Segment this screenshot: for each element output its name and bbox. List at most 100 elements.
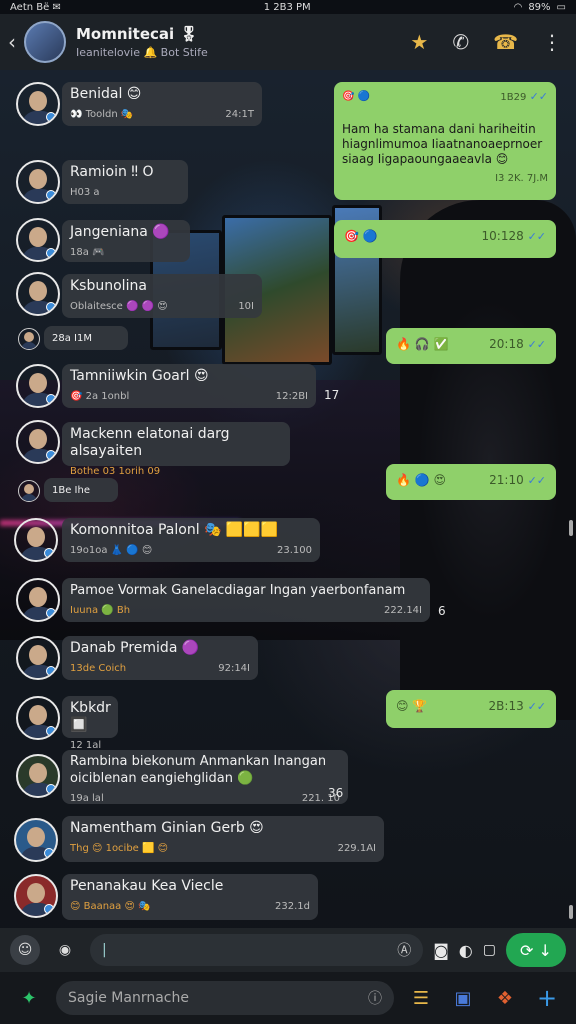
- avatar[interactable]: [16, 82, 60, 126]
- side-mark: 6: [438, 604, 446, 618]
- message-bubble[interactable]: Rambina biekonum Anmankan Inangan oicibl…: [62, 750, 348, 804]
- message-bubble[interactable]: Jangeniana 🟣 18a 🎮: [62, 220, 190, 262]
- scrollbar-thumb[interactable]: [569, 520, 573, 536]
- avatar[interactable]: [16, 754, 60, 798]
- message-bubble[interactable]: Kbkdr 🔲 12 1al: [62, 696, 118, 751]
- message-bubble[interactable]: Danab Premida 🟣 13de Coich 92:14I: [62, 636, 258, 680]
- read-tick-icon: ✓✓: [527, 474, 546, 487]
- outgoing-message-bubble[interactable]: 🎯 🔵 10:128 ✓✓: [334, 220, 556, 258]
- sticker-icon[interactable]: ◐: [459, 941, 473, 960]
- avatar[interactable]: [16, 578, 60, 622]
- message-meta: 19a lal: [70, 793, 104, 804]
- message-bubble[interactable]: 28a I1M: [44, 326, 128, 350]
- avatar[interactable]: [16, 696, 60, 740]
- phone-icon[interactable]: ✆: [452, 30, 469, 54]
- message-time: 2B:13: [488, 699, 524, 713]
- sender-name: Jangeniana 🟣: [70, 224, 170, 240]
- message-meta: 18a 🎮: [70, 247, 105, 258]
- at-icon[interactable]: Ⓐ: [397, 940, 411, 960]
- message-meta: 19o1oa 👗 🔵 😊: [70, 545, 153, 556]
- outgoing-message-bubble[interactable]: 🔥 🔵 😍 21:10 ✓✓: [386, 464, 556, 500]
- message-meta: Thg 😊 1ocibe 🟨 😊: [70, 843, 169, 854]
- message-bubble[interactable]: Tamniiwkin Goarl 😍 🎯 2a 1onbl 12:2BI: [62, 364, 316, 408]
- send-button[interactable]: ⟳ ↓: [506, 933, 566, 967]
- sticker-pack-icon[interactable]: ❖: [490, 983, 520, 1013]
- message-time: 10:128: [481, 229, 524, 243]
- avatar[interactable]: [18, 480, 40, 502]
- chat-title: Momnitecai 🎖: [76, 25, 199, 43]
- group-avatar[interactable]: [24, 21, 66, 63]
- message-meta: 13de Coich: [70, 663, 127, 674]
- avatar[interactable]: [14, 818, 58, 862]
- status-time: 1 2B3 PM: [263, 1, 311, 13]
- message-input[interactable]: | Ⓐ: [90, 934, 424, 966]
- read-tick-icon: ✓✓: [529, 90, 548, 103]
- message-bubble[interactable]: Mackenn elatonai darg alsayaiten Bothe 0…: [62, 422, 290, 477]
- status-bar: Aetn Bë ✉ 1 2B3 PM ◠ 89% ▭: [0, 0, 576, 14]
- call-icon[interactable]: ☎: [493, 30, 518, 54]
- star-icon[interactable]: ★: [410, 30, 428, 54]
- scrollbar-thumb[interactable]: [569, 905, 573, 919]
- header-text[interactable]: Momnitecai 🎖 Ieanitelovie 🔔 Bot Stife: [76, 25, 410, 59]
- message-time: 12:2BI: [275, 391, 308, 402]
- message-time: 10I: [238, 301, 254, 312]
- message-input-bar: ☺ ◉ | Ⓐ ◙ ◐ ▢ ⟳ ↓: [0, 928, 576, 972]
- message-time: 232.1d: [275, 901, 310, 912]
- avatar[interactable]: [16, 636, 60, 680]
- avatar[interactable]: [16, 364, 60, 408]
- emoji-icon[interactable]: ◙: [433, 941, 449, 960]
- avatar[interactable]: [14, 518, 58, 562]
- avatar[interactable]: [16, 420, 60, 464]
- sender-name: Ramioin ‼ O: [70, 164, 154, 180]
- message-bubble[interactable]: Namentham Ginian Gerb 😍 Thg 😊 1ocibe 🟨 😊…: [62, 816, 384, 862]
- sender-name: Danab Premida 🟣: [70, 640, 200, 656]
- chat-subtitle: Ieanitelovie 🔔 Bot Stife: [76, 46, 208, 59]
- avatar[interactable]: [16, 160, 60, 204]
- avatar[interactable]: [14, 874, 58, 918]
- avatar[interactable]: [16, 272, 60, 316]
- gallery-icon[interactable]: ▣: [448, 983, 478, 1013]
- back-arrow-icon[interactable]: ‹: [8, 30, 22, 54]
- sender-name: Rambina biekonum Anmankan Inangan: [70, 754, 327, 769]
- sender-name: Mackenn elatonai darg alsayaiten: [70, 426, 230, 459]
- sender-name: Ksbunolina: [70, 278, 147, 294]
- search-input[interactable]: Sagie Manrnache ⓘ: [56, 981, 394, 1015]
- message-time: 21:10: [489, 473, 524, 487]
- side-mark: 36: [328, 786, 344, 800]
- message-emoji: 🔥 🔵 😍: [396, 473, 447, 487]
- message-time: 23.100: [277, 545, 312, 556]
- message-bubble[interactable]: Komonnitoa Palonl 🎭 🟨🟨🟨 19o1oa 👗 🔵 😊 23.1…: [62, 518, 320, 562]
- outgoing-message-bubble[interactable]: 🎯 🔵 1B29 ✓✓ Ham ha stamana dani hariheiti…: [334, 82, 556, 200]
- message-time: 24:1T: [225, 109, 254, 120]
- message-time: 92:14I: [218, 663, 250, 674]
- camera-icon[interactable]: ◉: [50, 935, 80, 965]
- message-bubble[interactable]: Ramioin ‼ O H03 a: [62, 160, 188, 204]
- info-icon[interactable]: ⓘ: [368, 988, 382, 1008]
- avatar[interactable]: [16, 218, 60, 262]
- sparkle-icon[interactable]: ✦: [14, 983, 44, 1013]
- message-bubble[interactable]: Ksbunolina Oblaitesce 🟣 🟣 😍 10I: [62, 274, 262, 318]
- sender-name: Kbkdr 🔲: [70, 700, 111, 733]
- sender-name: Namentham Ginian Gerb 😍: [70, 820, 264, 836]
- add-icon[interactable]: +: [532, 983, 562, 1013]
- message-bubble[interactable]: Pamoe Vormak Ganelacdiagar Ingan yaerbon…: [62, 578, 430, 622]
- message-bubble[interactable]: Penanakau Kea Viecle 😊 Baanaa 😍 🎭 232.1d: [62, 874, 318, 920]
- search-placeholder: Sagie Manrnache: [68, 990, 189, 1006]
- attach-icon[interactable]: ▢: [483, 942, 496, 958]
- outgoing-message-bubble[interactable]: 🔥 🎧 ✅ 20:18 ✓✓: [386, 328, 556, 364]
- message-bubble[interactable]: Benidal 😊 👀 Tooldn 🎭 24:1T: [62, 82, 262, 126]
- avatar[interactable]: [18, 328, 40, 350]
- sender-name: Pamoe Vormak Ganelacdiagar Ingan yaerbon…: [70, 583, 406, 598]
- message-emoji: 🎯 🔵: [342, 91, 371, 102]
- profile-icon[interactable]: ☺: [10, 935, 40, 965]
- sender-name: Penanakau Kea Viecle: [70, 878, 224, 894]
- message-bubble[interactable]: 1Be Ihe: [44, 478, 118, 502]
- list-icon[interactable]: ☰: [406, 983, 436, 1013]
- wifi-icon: ◠: [513, 1, 523, 13]
- message-time: 20:18: [489, 337, 524, 351]
- outgoing-message-bubble[interactable]: 😊 🏆 2B:13 ✓✓: [386, 690, 556, 728]
- message-text: oiciblenan eangiehglidan 🟢: [70, 771, 254, 786]
- message-time: 1B29: [500, 92, 527, 103]
- message-time: I3 2K. 7J.M: [495, 173, 548, 184]
- more-icon[interactable]: ⋮: [542, 30, 562, 54]
